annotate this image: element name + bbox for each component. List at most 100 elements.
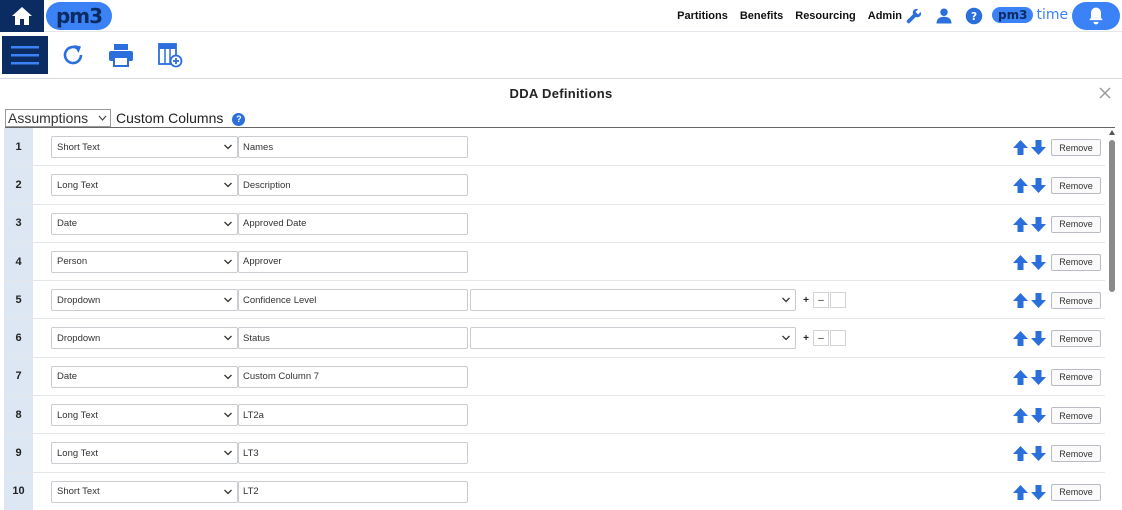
column-name-input[interactable]: LT2	[238, 480, 468, 503]
column-name-input[interactable]: Description	[238, 174, 468, 197]
column-name-input[interactable]: Confidence Level	[238, 289, 468, 312]
remove-button[interactable]: Remove	[1051, 445, 1101, 463]
nav-link-resourcing[interactable]: Resourcing	[795, 10, 856, 22]
nav-link-benefits[interactable]: Benefits	[740, 10, 783, 22]
move-down-arrow-icon[interactable]	[1030, 369, 1047, 386]
scroll-thumb[interactable]	[1109, 140, 1115, 292]
column-type-select[interactable]: Person	[51, 250, 238, 273]
move-up-arrow-icon[interactable]	[1012, 445, 1029, 462]
remove-button[interactable]: Remove	[1051, 483, 1101, 501]
move-down-arrow-icon[interactable]	[1030, 292, 1047, 309]
move-up-arrow-icon[interactable]	[1012, 139, 1029, 156]
column-type-value: Long Text	[57, 447, 99, 459]
menu-button[interactable]	[2, 36, 48, 74]
move-up-arrow-icon[interactable]	[1012, 216, 1029, 233]
nav-links: Partitions Benefits Resourcing Admin	[677, 0, 902, 32]
column-name-input[interactable]: Names	[238, 136, 468, 158]
move-up-arrow-icon[interactable]	[1012, 292, 1029, 309]
column-type-select[interactable]: Long Text	[51, 174, 238, 197]
column-type-select[interactable]: Date	[51, 365, 238, 388]
column-name-input[interactable]: Approver	[238, 250, 468, 273]
top-navigation-bar: pm3 Partitions Benefits Resourcing Admin…	[0, 0, 1122, 32]
column-type-select[interactable]: Long Text	[51, 442, 238, 465]
print-button[interactable]	[98, 36, 144, 74]
remove-button[interactable]: Remove	[1051, 253, 1101, 271]
remove-option-button[interactable]: –	[813, 292, 829, 309]
pm3-time-link[interactable]: pm3 time	[992, 7, 1068, 23]
column-type-select[interactable]: Date	[51, 212, 238, 235]
move-down-arrow-icon[interactable]	[1030, 445, 1047, 462]
column-name-input[interactable]: Custom Column 7	[238, 365, 468, 388]
move-up-arrow-icon[interactable]	[1012, 407, 1029, 424]
pm3-logo-text: pm3	[55, 4, 103, 28]
option-color-box[interactable]	[830, 292, 846, 309]
notifications-button[interactable]	[1072, 2, 1120, 30]
chevron-down-icon	[782, 336, 790, 341]
column-type-select[interactable]: Short Text	[51, 136, 238, 158]
remove-button[interactable]: Remove	[1051, 215, 1101, 233]
add-column-icon	[158, 43, 183, 68]
remove-button[interactable]: Remove	[1051, 292, 1101, 310]
move-down-arrow-icon[interactable]	[1030, 330, 1047, 347]
move-up-arrow-icon[interactable]	[1012, 177, 1029, 194]
column-name-input[interactable]: LT3	[238, 442, 468, 465]
wrench-icon[interactable]	[902, 4, 926, 28]
remove-button[interactable]: Remove	[1051, 407, 1101, 425]
chevron-down-icon	[98, 115, 107, 121]
chevron-down-icon	[224, 412, 232, 418]
move-up-arrow-icon[interactable]	[1012, 369, 1029, 386]
time-word: time	[1036, 7, 1069, 23]
column-type-select[interactable]: Dropdown	[51, 327, 238, 350]
scroll-up-arrow-icon[interactable]	[1109, 130, 1115, 135]
remove-button[interactable]: Remove	[1051, 368, 1101, 386]
custom-column-row: 10 Short Text LT2 Remove	[4, 472, 1105, 510]
column-type-select[interactable]: Dropdown	[51, 289, 238, 312]
move-down-arrow-icon[interactable]	[1030, 216, 1047, 233]
column-name-input[interactable]: Status	[238, 327, 468, 350]
move-up-arrow-icon[interactable]	[1012, 484, 1029, 501]
add-option-button[interactable]: +	[800, 289, 812, 311]
pm3-logo[interactable]: pm3	[46, 2, 112, 30]
nav-icons: ?	[902, 4, 986, 28]
custom-column-row: 6 Dropdown Status + – Remove	[4, 319, 1105, 358]
column-type-select[interactable]: Short Text	[51, 480, 238, 503]
nav-link-admin[interactable]: Admin	[868, 10, 902, 22]
dropdown-options-select[interactable]	[470, 327, 796, 350]
custom-columns-label: Custom Columns	[116, 110, 224, 126]
move-down-arrow-icon[interactable]	[1030, 254, 1047, 271]
dialog-title: DDA Definitions	[509, 86, 613, 101]
remove-option-button[interactable]: –	[813, 330, 829, 347]
move-down-arrow-icon[interactable]	[1030, 407, 1047, 424]
column-name-input[interactable]: LT2a	[238, 404, 468, 427]
close-button[interactable]	[1098, 86, 1114, 102]
filter-row: Assumptions Custom Columns ?	[5, 108, 246, 128]
option-color-box[interactable]	[830, 330, 846, 347]
move-down-arrow-icon[interactable]	[1030, 177, 1047, 194]
entity-type-select[interactable]: Assumptions	[5, 109, 111, 127]
custom-columns-help-icon[interactable]: ?	[232, 112, 246, 126]
list-scrollbar[interactable]	[1106, 128, 1118, 510]
column-type-select[interactable]: Long Text	[51, 404, 238, 427]
nav-link-partitions[interactable]: Partitions	[677, 10, 728, 22]
user-icon[interactable]	[932, 4, 956, 28]
refresh-button[interactable]	[50, 36, 96, 74]
move-up-arrow-icon[interactable]	[1012, 254, 1029, 271]
custom-column-row: 8 Long Text LT2a Remove	[4, 396, 1105, 435]
column-type-value: Date	[57, 371, 78, 383]
move-up-arrow-icon[interactable]	[1012, 330, 1029, 347]
chevron-down-icon	[224, 221, 232, 227]
remove-button[interactable]: Remove	[1051, 177, 1101, 195]
add-option-button[interactable]: +	[800, 327, 812, 349]
help-icon[interactable]: ?	[962, 4, 986, 28]
move-down-arrow-icon[interactable]	[1030, 484, 1047, 501]
remove-button[interactable]: Remove	[1051, 139, 1101, 156]
column-type-value: Date	[57, 218, 78, 230]
column-name-input[interactable]: Approved Date	[238, 212, 468, 235]
chevron-down-icon	[782, 297, 790, 303]
remove-button[interactable]: Remove	[1051, 330, 1101, 348]
dropdown-options-select[interactable]	[470, 289, 796, 312]
home-button[interactable]	[0, 0, 44, 32]
column-type-value: Long Text	[57, 409, 99, 421]
add-column-button[interactable]	[147, 36, 193, 74]
move-down-arrow-icon[interactable]	[1030, 139, 1047, 156]
